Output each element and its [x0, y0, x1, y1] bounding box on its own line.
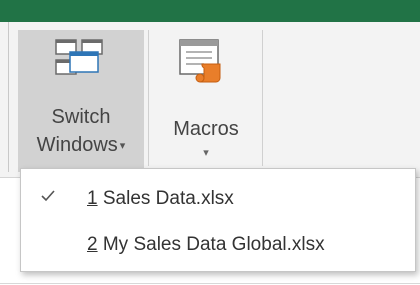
- menu-item-label: Sales Data.xlsx: [97, 188, 234, 209]
- group-separator: [148, 30, 149, 166]
- switch-windows-icon: [55, 39, 103, 75]
- worksheet-edge: [0, 283, 420, 284]
- ribbon-view-tab: Switch Windows ▾ Macros ▾: [0, 22, 420, 178]
- macros-icon: [179, 39, 221, 83]
- switch-windows-label-line1: Switch: [51, 106, 111, 128]
- chevron-down-icon: ▾: [203, 147, 209, 159]
- switch-windows-dropdown-menu: 1 Sales Data.xlsx 2 My Sales Data Global…: [20, 168, 416, 272]
- checkmark-icon: [41, 190, 55, 202]
- switch-windows-button[interactable]: Switch Windows ▾: [18, 30, 144, 172]
- macros-button[interactable]: Macros ▾: [154, 30, 258, 172]
- macros-label: Macros: [173, 118, 239, 140]
- ribbon-divider: [8, 22, 9, 172]
- menu-item-accelerator: 2: [87, 234, 98, 255]
- menu-item-sales-data[interactable]: 1 Sales Data.xlsx: [21, 179, 415, 221]
- switch-windows-label-line2: Windows: [36, 134, 118, 156]
- title-bar-band: [0, 0, 420, 22]
- group-separator: [262, 30, 263, 166]
- menu-item-label: My Sales Data Global.xlsx: [97, 234, 325, 255]
- chevron-down-icon: ▾: [119, 139, 126, 152]
- menu-item-my-sales-data-global[interactable]: 2 My Sales Data Global.xlsx: [21, 225, 415, 267]
- menu-item-accelerator: 1: [87, 188, 98, 209]
